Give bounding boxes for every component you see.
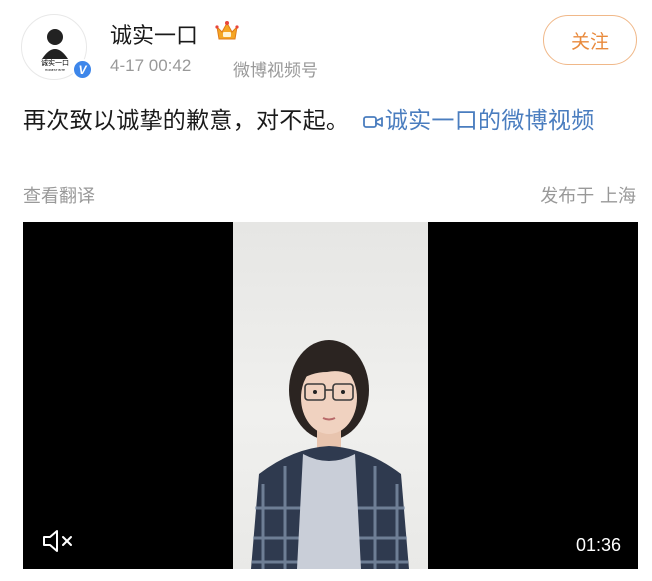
avatar-subtext: HONEST BITE <box>45 68 65 72</box>
post-content: 再次致以诚挚的歉意，对不起。 诚实一口的微博视频 <box>23 102 638 142</box>
video-link[interactable]: 诚实一口的微博视频 <box>357 108 595 134</box>
video-camera-icon <box>362 104 383 142</box>
video-frame <box>233 222 428 569</box>
post-location: 发布于 上海 <box>540 186 636 207</box>
video-link-text[interactable]: 诚实一口的微博视频 <box>385 108 595 134</box>
video-player[interactable]: 01:36 <box>23 222 638 569</box>
crown-icon <box>214 18 240 48</box>
speaker-muted-icon[interactable] <box>41 527 77 559</box>
video-duration: 01:36 <box>575 535 621 555</box>
post-text: 再次致以诚挚的歉意，对不起。 <box>23 108 350 134</box>
translate-link[interactable]: 查看翻译 <box>23 182 95 208</box>
person-figure <box>251 340 409 569</box>
follow-button[interactable]: 关注 <box>543 15 637 65</box>
avatar-text: 诚实一口 <box>41 58 69 67</box>
post-time: 4-17 00:42 <box>110 56 192 75</box>
verified-badge: V <box>72 59 93 80</box>
username[interactable]: 诚实一口 <box>110 18 198 50</box>
post-source[interactable]: 微博视频号 <box>233 56 318 81</box>
